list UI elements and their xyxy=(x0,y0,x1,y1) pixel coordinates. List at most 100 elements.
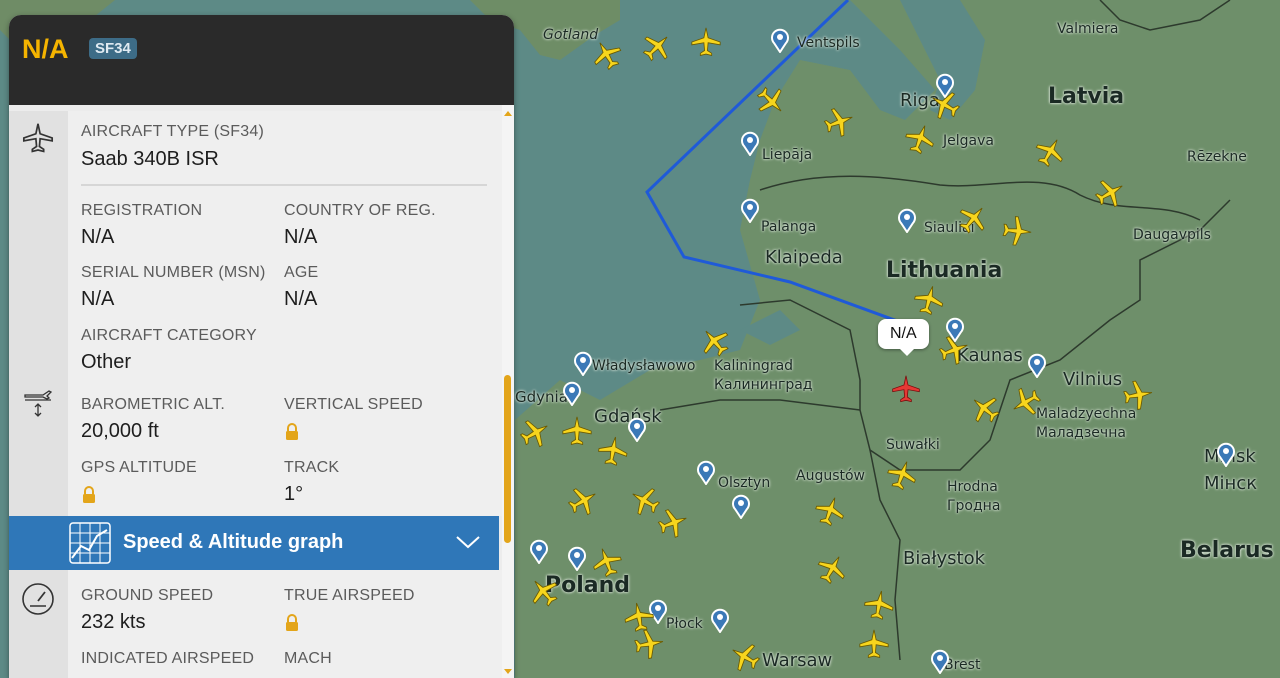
place-label: Olsztyn xyxy=(718,475,771,491)
plane-icon[interactable] xyxy=(698,325,732,359)
plane-icon[interactable] xyxy=(590,38,624,72)
plane-icon[interactable] xyxy=(566,484,600,518)
place-label: Kaliningrad xyxy=(714,358,794,374)
flight-callsign: N/A xyxy=(22,34,69,64)
aircraft-type-value: Saab 340B ISR xyxy=(81,148,219,170)
airport-icon[interactable] xyxy=(731,493,751,519)
airport-icon[interactable] xyxy=(740,197,760,223)
lock-icon[interactable] xyxy=(284,614,300,632)
plane-icon[interactable] xyxy=(822,105,856,139)
plane-icon[interactable] xyxy=(640,30,674,64)
airport-icon[interactable] xyxy=(740,130,760,156)
airport-icon[interactable] xyxy=(567,545,587,571)
airport-icon[interactable] xyxy=(573,350,593,376)
panel-scrollbar[interactable] xyxy=(502,105,514,678)
place-label: Маладзечна xyxy=(1036,425,1126,441)
airport-icon[interactable] xyxy=(562,380,582,406)
place-label: Białystok xyxy=(903,548,986,569)
plane-icon[interactable] xyxy=(912,283,946,317)
plane-icon[interactable] xyxy=(590,545,624,579)
baro-alt-value: 20,000 ft xyxy=(81,420,159,442)
speed-section-sidebar xyxy=(9,570,68,678)
airport-icon[interactable] xyxy=(627,416,647,442)
place-label: Augustów xyxy=(796,468,866,484)
place-label: Hrodna xyxy=(947,479,998,495)
serial-value: N/A xyxy=(81,288,115,310)
plane-icon[interactable] xyxy=(527,575,561,609)
plane-icon[interactable] xyxy=(885,458,919,492)
plane-icon[interactable] xyxy=(813,494,847,528)
plane-icon[interactable] xyxy=(1000,214,1034,248)
flight-info-panel: N/A SF34 AIRCRAFT TYPE (SF34) Saab 340B … xyxy=(9,15,514,678)
airport-icon[interactable] xyxy=(1216,441,1236,467)
mach-label: MACH xyxy=(284,650,332,667)
plane-icon[interactable] xyxy=(656,506,690,540)
place-label: Ventspils xyxy=(797,35,860,51)
track-value: 1° xyxy=(284,483,304,505)
plane-icon[interactable] xyxy=(968,392,1002,426)
registration-label: REGISTRATION xyxy=(81,202,203,219)
airport-icon[interactable] xyxy=(529,538,549,564)
plane-icon[interactable] xyxy=(560,414,594,448)
plane-icon[interactable] xyxy=(518,416,552,450)
airport-icon[interactable] xyxy=(770,27,790,53)
place-label: Jelgava xyxy=(943,133,994,149)
divider xyxy=(81,184,487,186)
plane-icon[interactable] xyxy=(903,122,937,156)
speed-section: GROUND SPEED 232 kts TRUE AIRSPEED INDIC… xyxy=(9,570,502,678)
plane-icon[interactable] xyxy=(1009,385,1043,419)
plane-icon[interactable] xyxy=(632,627,666,661)
plane-icon[interactable] xyxy=(937,333,971,367)
plane-icon[interactable] xyxy=(1121,378,1155,412)
category-label: AIRCRAFT CATEGORY xyxy=(81,327,257,344)
lock-icon[interactable] xyxy=(81,486,97,504)
place-label: Гродна xyxy=(947,498,1001,514)
track-label: TRACK xyxy=(284,459,340,476)
airport-icon[interactable] xyxy=(710,607,730,633)
true-airspeed-label: TRUE AIRSPEED xyxy=(284,587,415,604)
airport-icon[interactable] xyxy=(696,459,716,485)
place-label: Suwałki xyxy=(886,437,940,453)
plane-icon[interactable] xyxy=(928,88,962,122)
airport-icon[interactable] xyxy=(1027,352,1047,378)
plane-icon[interactable] xyxy=(1033,135,1067,169)
selected-flight-callout[interactable]: N/A xyxy=(878,319,929,356)
plane-icon[interactable] xyxy=(857,627,891,661)
panel-header: N/A SF34 xyxy=(9,15,514,105)
lock-icon[interactable] xyxy=(284,423,300,441)
country-label: Belarus xyxy=(1180,538,1274,563)
plane-icon[interactable] xyxy=(728,640,762,674)
plane-icon[interactable] xyxy=(689,25,723,59)
category-value: Other xyxy=(81,351,132,373)
registration-value: N/A xyxy=(81,226,115,248)
age-value: N/A xyxy=(284,288,318,310)
country-label: Latvia xyxy=(1048,84,1125,109)
plane-icon[interactable] xyxy=(815,552,849,586)
speed-altitude-graph-toggle[interactable]: Speed & Altitude graph xyxy=(9,516,499,570)
plane-icon[interactable] xyxy=(956,202,990,236)
scroll-up-arrow[interactable] xyxy=(504,111,512,116)
airport-icon[interactable] xyxy=(930,648,950,674)
graph-icon xyxy=(69,522,111,564)
ground-speed-label: GROUND SPEED xyxy=(81,587,214,604)
aircraft-section-sidebar xyxy=(9,111,68,516)
indicated-airspeed-label: INDICATED AIRSPEED xyxy=(81,650,255,667)
panel-scroll-area[interactable]: AIRCRAFT TYPE (SF34) Saab 340B ISR REGIS… xyxy=(9,105,514,678)
country-label: Lithuania xyxy=(886,258,1003,283)
country-label: COUNTRY OF REG. xyxy=(284,202,436,219)
scroll-thumb[interactable] xyxy=(504,375,511,543)
scroll-down-arrow[interactable] xyxy=(504,669,512,674)
selected-plane-icon[interactable] xyxy=(890,373,922,405)
place-label: Klaipeda xyxy=(765,247,843,268)
speedometer-icon xyxy=(22,583,54,615)
aircraft-type-badge: SF34 xyxy=(89,38,137,59)
plane-icon[interactable] xyxy=(862,588,896,622)
country-value: N/A xyxy=(284,226,318,248)
chevron-down-icon xyxy=(456,536,480,549)
airport-icon[interactable] xyxy=(897,207,917,233)
place-label: Gdynia xyxy=(515,388,568,406)
plane-icon[interactable] xyxy=(754,84,788,118)
aircraft-section: AIRCRAFT TYPE (SF34) Saab 340B ISR REGIS… xyxy=(9,111,502,516)
plane-icon[interactable] xyxy=(1093,176,1127,210)
plane-icon[interactable] xyxy=(596,434,630,468)
